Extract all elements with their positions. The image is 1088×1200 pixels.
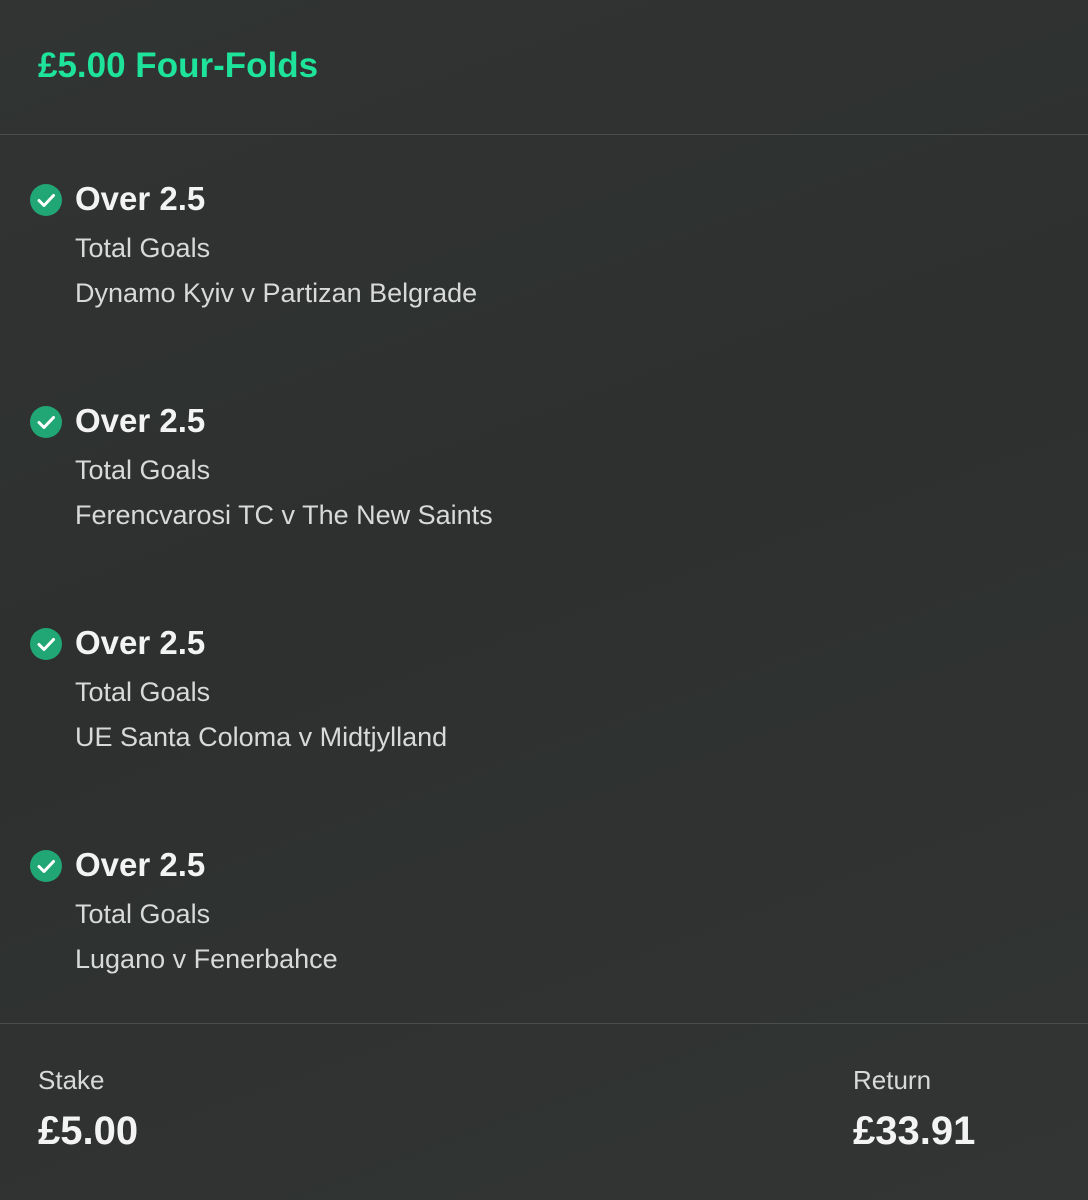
- check-circle-icon: [30, 628, 62, 660]
- check-circle-icon: [30, 184, 62, 216]
- bet-title: £5.00 Four-Folds: [38, 46, 319, 85]
- check-circle-icon: [30, 406, 62, 438]
- selection-event: Lugano v Fenerbahce: [75, 944, 338, 974]
- selection-market: Total Goals: [75, 233, 211, 263]
- selection-item: Over 2.5 Total Goals Ferencvarosi TC v T…: [0, 357, 1088, 530]
- selections-list: Over 2.5 Total Goals Dynamo Kyiv v Parti…: [0, 135, 1088, 1024]
- selection-event: Dynamo Kyiv v Partizan Belgrade: [75, 278, 478, 308]
- selection-name: Over 2.5: [75, 180, 206, 217]
- bet-slip-card: £5.00 Four-Folds Over 2.5 Total Goals Dy…: [0, 0, 1088, 1200]
- selection-item: Over 2.5 Total Goals Lugano v Fenerbahce: [0, 801, 1088, 974]
- selection-event: Ferencvarosi TC v The New Saints: [75, 500, 493, 530]
- stake-label: Stake: [38, 1065, 105, 1095]
- selection-name: Over 2.5: [75, 846, 206, 883]
- stake-value: £5.00: [38, 1109, 139, 1153]
- selection-market: Total Goals: [75, 899, 211, 929]
- selection-market: Total Goals: [75, 455, 211, 485]
- selection-event: UE Santa Coloma v Midtjylland: [75, 722, 448, 752]
- selection-market: Total Goals: [75, 677, 211, 707]
- check-circle-icon: [30, 850, 62, 882]
- bet-header: £5.00 Four-Folds: [0, 0, 1088, 135]
- bet-footer: Stake £5.00 Return £33.91: [0, 1024, 1088, 1199]
- selection-item: Over 2.5 Total Goals Dynamo Kyiv v Parti…: [0, 135, 1088, 308]
- selection-name: Over 2.5: [75, 624, 206, 661]
- selection-name: Over 2.5: [75, 402, 206, 439]
- return-value: £33.91: [853, 1109, 976, 1153]
- selection-item: Over 2.5 Total Goals UE Santa Coloma v M…: [0, 579, 1088, 752]
- return-label: Return: [853, 1065, 932, 1095]
